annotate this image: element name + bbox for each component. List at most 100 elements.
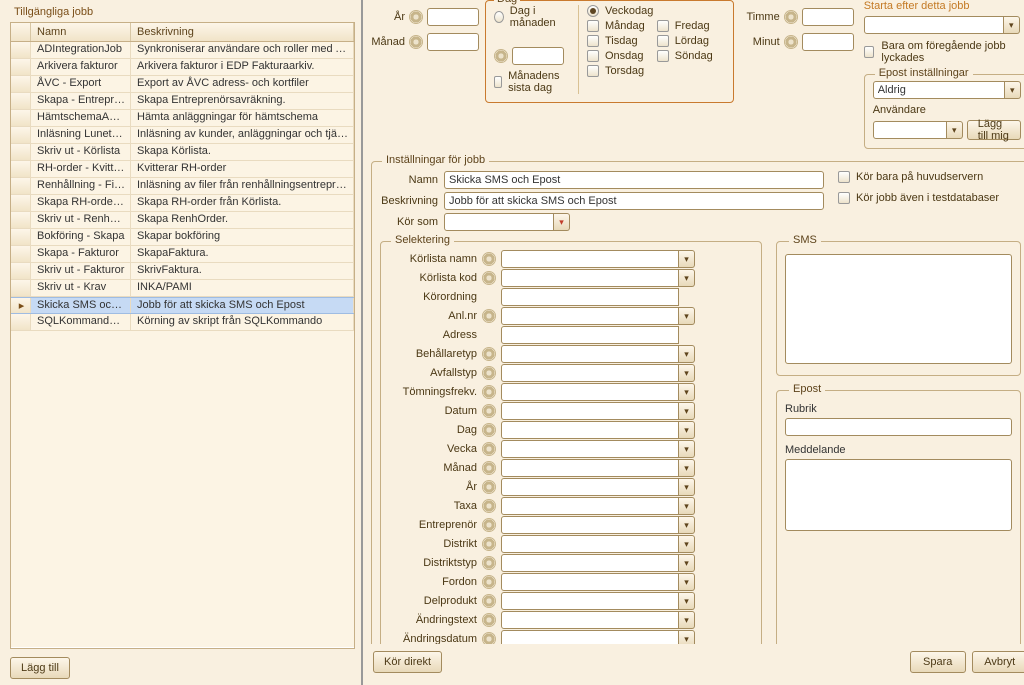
gear-icon[interactable]	[482, 518, 496, 532]
gear-icon[interactable]	[409, 10, 423, 24]
right-panel: År Månad Dag Dag i månaden Månadens sist…	[363, 0, 1024, 685]
add-button[interactable]: Lägg till	[10, 657, 70, 679]
table-row[interactable]: ▸Skicka SMS och EpostJobb för att skicka…	[11, 297, 354, 314]
start-after-combo[interactable]	[864, 16, 1024, 34]
selekt-combo[interactable]	[501, 516, 695, 534]
selekt-combo[interactable]	[501, 288, 679, 306]
selekt-combo[interactable]	[501, 364, 695, 382]
selekt-combo[interactable]	[501, 554, 695, 572]
gear-icon[interactable]	[482, 366, 496, 380]
table-row[interactable]: Skriv ut - FakturorSkrivFaktura.	[11, 263, 354, 280]
table-row[interactable]: ÅVC - ExportExport av ÅVC adress- och ko…	[11, 76, 354, 93]
gear-icon[interactable]	[482, 309, 496, 323]
table-row[interactable]: Skriv ut - KörlistaSkapa Körlista.	[11, 144, 354, 161]
table-row[interactable]: Skriv ut - RenhOrderSkapa RenhOrder.	[11, 212, 354, 229]
epost-mode-combo[interactable]	[873, 81, 1021, 99]
selekt-combo[interactable]	[501, 402, 695, 420]
gear-icon[interactable]	[784, 10, 798, 24]
col-name[interactable]: Namn	[31, 23, 131, 41]
chk-weekday[interactable]: Tisdag	[587, 35, 645, 47]
chk-weekday[interactable]: Söndag	[657, 50, 713, 62]
jobname-input[interactable]	[444, 171, 824, 189]
table-row[interactable]: Renhållning - Filinläsnings...Inläsning …	[11, 178, 354, 195]
selekt-combo[interactable]	[501, 269, 695, 287]
table-row[interactable]: Skapa - FakturorSkapaFaktura.	[11, 246, 354, 263]
lbl-jobdesc: Beskrivning	[380, 195, 438, 207]
gear-icon[interactable]	[482, 632, 496, 644]
gear-icon[interactable]	[482, 499, 496, 513]
save-button[interactable]: Spara	[910, 651, 966, 673]
chk-prev-success[interactable]: Bara om föregående jobb lyckades	[864, 40, 1024, 64]
year-input[interactable]	[427, 8, 479, 26]
sms-title: SMS	[789, 234, 821, 246]
table-row[interactable]: Skapa - Entreprenörsavrä...Skapa Entrepr…	[11, 93, 354, 110]
selekt-combo[interactable]	[501, 459, 695, 477]
gear-icon[interactable]	[482, 556, 496, 570]
chk-mainserver[interactable]: Kör bara på huvudservern	[838, 171, 983, 183]
gear-icon[interactable]	[482, 252, 496, 266]
selekt-combo[interactable]	[501, 326, 679, 344]
sms-textarea[interactable]	[785, 254, 1012, 364]
selekt-combo[interactable]	[501, 440, 695, 458]
medd-textarea[interactable]	[785, 459, 1012, 531]
selekt-combo[interactable]	[501, 421, 695, 439]
chk-weekday[interactable]: Onsdag	[587, 50, 645, 62]
selekt-combo[interactable]	[501, 573, 695, 591]
month-input[interactable]	[427, 33, 479, 51]
gear-icon[interactable]	[482, 594, 496, 608]
col-desc[interactable]: Beskrivning	[131, 23, 354, 41]
gear-icon[interactable]	[784, 35, 798, 49]
col-arrow	[11, 23, 31, 41]
cancel-button[interactable]: Avbryt	[972, 651, 1024, 673]
chk-weekday[interactable]: Fredag	[657, 20, 713, 32]
selekt-combo[interactable]	[501, 383, 695, 401]
table-row[interactable]: Arkivera fakturorArkivera fakturor i EDP…	[11, 59, 354, 76]
gear-icon[interactable]	[482, 347, 496, 361]
gear-icon[interactable]	[482, 480, 496, 494]
table-row[interactable]: SQLKommando - Skriptk...Körning av skrip…	[11, 314, 354, 331]
selekt-combo[interactable]	[501, 611, 695, 629]
rubrik-input[interactable]	[785, 418, 1012, 436]
selekt-combo[interactable]	[501, 535, 695, 553]
table-row[interactable]: Skriv ut - KravINKA/PAMI	[11, 280, 354, 297]
gear-icon[interactable]	[482, 385, 496, 399]
hour-input[interactable]	[802, 8, 854, 26]
selekt-combo[interactable]	[501, 630, 695, 644]
table-row[interactable]: HämtschemaAnläggningarHämta anläggningar…	[11, 110, 354, 127]
gear-icon[interactable]	[482, 613, 496, 627]
table-row[interactable]: ADIntegrationJobSynkroniserar användare …	[11, 42, 354, 59]
chk-weekday[interactable]: Torsdag	[587, 65, 645, 77]
gear-icon[interactable]	[482, 271, 496, 285]
minute-input[interactable]	[802, 33, 854, 51]
day-input[interactable]	[512, 47, 564, 65]
gear-icon[interactable]	[482, 442, 496, 456]
selekt-combo[interactable]	[501, 250, 695, 268]
gear-icon[interactable]	[482, 404, 496, 418]
gear-icon[interactable]	[482, 461, 496, 475]
run-direct-button[interactable]: Kör direkt	[373, 651, 442, 673]
selekt-combo[interactable]	[501, 345, 695, 363]
runas-combo[interactable]	[444, 213, 574, 231]
chk-testdb[interactable]: Kör jobb även i testdatabaser	[838, 192, 999, 204]
selekt-combo[interactable]	[501, 497, 695, 515]
selekt-combo[interactable]	[501, 478, 695, 496]
table-row[interactable]: RH-order - KvitteraKvitterar RH-order	[11, 161, 354, 178]
gear-icon[interactable]	[482, 423, 496, 437]
selekt-combo[interactable]	[501, 592, 695, 610]
gear-icon[interactable]	[482, 537, 496, 551]
chk-weekday[interactable]: Lördag	[657, 35, 713, 47]
gear-icon[interactable]	[494, 49, 508, 63]
table-row[interactable]: Skapa RH-order från Körli...Skapa RH-ord…	[11, 195, 354, 212]
table-row[interactable]: Inläsning Lunets CSV-filInläsning av kun…	[11, 127, 354, 144]
epost-user-combo[interactable]	[873, 120, 963, 140]
chk-weekday[interactable]: Måndag	[587, 20, 645, 32]
gear-icon[interactable]	[482, 575, 496, 589]
table-row[interactable]: Bokföring - SkapaSkapar bokföring	[11, 229, 354, 246]
gear-icon[interactable]	[409, 35, 423, 49]
selekt-combo[interactable]	[501, 307, 695, 325]
chk-lastday[interactable]: Månadens sista dag	[494, 70, 568, 94]
radio-weekday[interactable]: Veckodag	[587, 5, 713, 17]
jobdesc-input[interactable]	[444, 192, 824, 210]
radio-dayinmonth[interactable]: Dag i månaden	[494, 5, 568, 29]
add-me-button[interactable]: Lägg till mig	[967, 120, 1021, 140]
